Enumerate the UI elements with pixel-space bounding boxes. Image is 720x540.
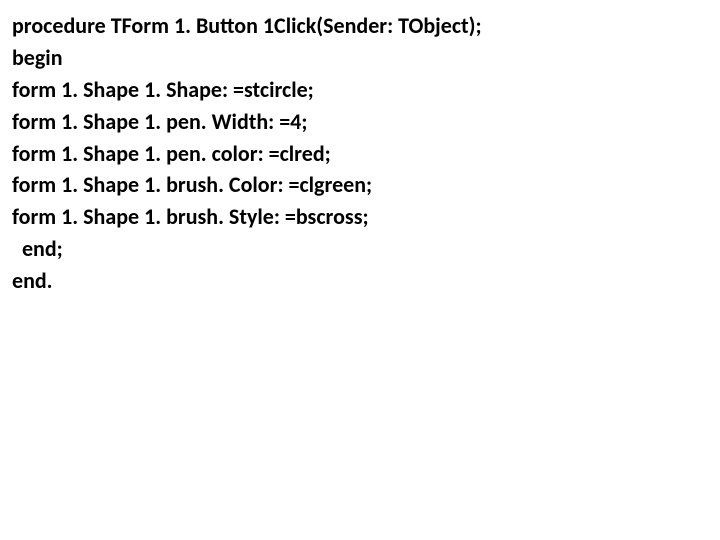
code-line: form 1. Shape 1. brush. Color: =clgreen;: [12, 169, 708, 201]
code-line: end.: [12, 265, 708, 297]
code-line: begin: [12, 42, 708, 74]
code-block: procedure TForm 1. Button 1Click(Sender:…: [0, 0, 720, 307]
code-line: form 1. Shape 1. pen. color: =clred;: [12, 138, 708, 170]
code-line: end;: [12, 233, 708, 265]
code-line: procedure TForm 1. Button 1Click(Sender:…: [12, 10, 708, 42]
code-line: form 1. Shape 1. Shape: =stcircle;: [12, 74, 708, 106]
code-line: form 1. Shape 1. brush. Style: =bscross;: [12, 201, 708, 233]
code-line: form 1. Shape 1. pen. Width: =4;: [12, 106, 708, 138]
